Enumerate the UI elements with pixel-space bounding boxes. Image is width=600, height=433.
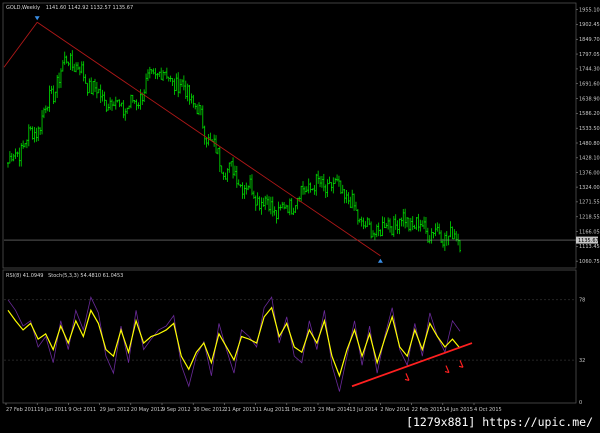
osc-tick-label: 0 [579,400,582,406]
time-tick-label: 1 Dec 2013 [287,407,316,413]
ohlc-label: 1141.60 1142.92 1132.57 1135.67 [46,5,133,11]
price-tick-label: 1744.30 [579,67,600,73]
price-tick-label: 1324.00 [579,185,600,191]
symbol-label: GOLD,Weekly [6,5,40,11]
time-tick-label: 14 Jun 2015 [443,407,473,413]
price-tick-label: 1586.20 [579,111,600,117]
price-tick-label: 1271.55 [579,200,600,206]
time-tick-label: 27 Feb 2011 [6,407,37,413]
price-tick-label: 1166.05 [579,229,600,235]
price-tick-label: 1638.90 [579,96,600,102]
price-tick-label: 1533.50 [579,126,600,132]
price-tick-label: 1849.70 [579,37,600,43]
time-tick-label: 29 Jan 2012 [100,407,130,413]
price-tick-label: 1218.55 [579,215,600,221]
price-panel-header: GOLD,Weekly 1141.60 1142.92 1132.57 1135… [6,5,133,11]
price-tick-label: 1376.00 [579,170,600,176]
osc-panel-header: RSI(8) 41.0949 Stoch(5,3,3) 54.4810 61.0… [6,273,123,279]
stoch-label: Stoch(5,3,3) 54.4810 61.0453 [48,273,123,279]
price-tick-label: 1060.75 [579,259,600,265]
price-tick-label: 1902.45 [579,22,600,28]
price-tick-label: 1955.10 [579,7,600,13]
price-tick-label: 1113.45 [579,244,600,250]
time-tick-label: 22 Feb 2015 [412,407,443,413]
current-price-label: 1135.67 [578,238,599,244]
chart-window[interactable]: GOLD,Weekly 1141.60 1142.92 1132.57 1135… [0,0,600,433]
time-tick-label: 13 Jul 2014 [349,407,377,413]
time-tick-label: 23 Mar 2014 [318,407,350,413]
time-tick-label: 9 Sep 2012 [162,407,191,413]
osc-tick-label: 32 [579,358,585,364]
osc-tick-label: 78 [579,298,585,304]
price-tick-label: 1428.10 [579,156,600,162]
time-tick-label: 19 Jun 2011 [37,407,67,413]
time-tick-label: 9 Oct 2011 [68,407,96,413]
price-tick-label: 1797.05 [579,52,600,58]
watermark-text: [1279x881] https://upic.me/ [402,414,597,430]
price-tick-label: 1691.60 [579,82,600,88]
time-tick-label: 20 May 2012 [131,407,164,413]
time-tick-label: 2 Nov 2014 [380,407,409,413]
time-tick-label: 21 Apr 2013 [224,407,255,413]
price-tick-label: 1480.80 [579,141,600,147]
time-tick-label: 30 Dec 2012 [193,407,225,413]
time-tick-label: 4 Oct 2015 [474,407,502,413]
time-tick-label: 11 Aug 2013 [256,407,288,413]
chart-canvas[interactable]: GOLD,Weekly 1141.60 1142.92 1132.57 1135… [0,0,600,433]
rsi-label: RSI(8) 41.0949 [6,273,43,279]
